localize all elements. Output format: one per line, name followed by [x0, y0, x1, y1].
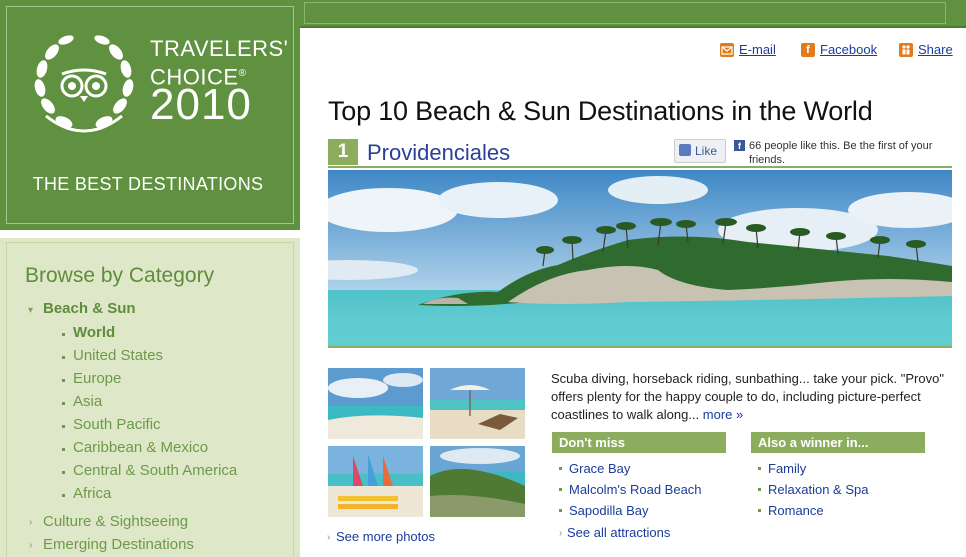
- bullet-icon: [559, 488, 562, 491]
- rank-number: 1: [328, 139, 358, 165]
- also-winner-heading: Also a winner in...: [751, 432, 925, 453]
- badge-line1: TRAVELERS': [150, 36, 289, 61]
- email-link[interactable]: E-mail: [739, 42, 776, 57]
- collapsed-arrow-icon: ›: [29, 517, 33, 528]
- travelers-choice-badge: TRAVELERS' CHOICE® 2010 THE BEST DESTINA…: [0, 0, 300, 230]
- like-count-text: 66 people like this. Be the first of you…: [749, 140, 933, 166]
- see-all-attractions-link[interactable]: See all attractions: [567, 525, 670, 540]
- more-link[interactable]: more »: [703, 407, 743, 422]
- attraction-link[interactable]: Sapodilla Bay: [569, 503, 649, 518]
- subcategory-south-pacific[interactable]: South Pacific: [73, 416, 161, 433]
- category-culture-sightseeing[interactable]: Culture & Sightseeing: [43, 513, 188, 530]
- expanded-arrow-icon: ▾: [28, 305, 34, 316]
- see-more-photos-link[interactable]: See more photos: [336, 529, 435, 544]
- share-link[interactable]: Share: [918, 42, 953, 57]
- page-title: Top 10 Beach & Sun Destinations in the W…: [328, 96, 873, 126]
- attraction-link[interactable]: Malcolm's Road Beach: [569, 482, 702, 497]
- browse-title: Browse by Category: [25, 264, 215, 287]
- subcategory-united-states[interactable]: United States: [73, 347, 163, 364]
- subcategory-europe[interactable]: Europe: [73, 370, 121, 387]
- share-icon[interactable]: [899, 43, 913, 57]
- dont-miss-heading: Don't miss: [552, 432, 726, 453]
- badge-registered: ®: [238, 68, 247, 79]
- bullet-icon: [62, 425, 65, 428]
- facebook-link[interactable]: Facebook: [820, 42, 877, 57]
- collapsed-arrow-icon: ›: [29, 540, 33, 551]
- bullet-icon: [559, 509, 562, 512]
- top-banner-border: [304, 2, 946, 24]
- subcategory-asia[interactable]: Asia: [73, 393, 102, 410]
- bullet-icon: [62, 379, 65, 382]
- bullet-icon: [62, 333, 65, 336]
- facebook-small-icon: f: [734, 140, 745, 151]
- photo-thumbnail[interactable]: [328, 368, 423, 439]
- subcategory-world[interactable]: World: [73, 324, 115, 341]
- category-link[interactable]: Romance: [768, 503, 824, 518]
- like-button-label: Like: [695, 144, 718, 158]
- badge-year: 2010: [150, 80, 252, 129]
- photo-thumbnail[interactable]: [430, 446, 525, 517]
- bullet-icon: [62, 494, 65, 497]
- bullet-icon: [758, 509, 761, 512]
- bullet-icon: [758, 488, 761, 491]
- destination-description: Scuba diving, horseback riding, sunbathi…: [551, 370, 951, 424]
- bullet-icon: [62, 448, 65, 451]
- bullet-icon: [62, 471, 65, 474]
- browse-border: [6, 242, 294, 557]
- subcategory-central-south-america[interactable]: Central & South America: [73, 462, 237, 479]
- attraction-link[interactable]: Grace Bay: [569, 461, 630, 476]
- photo-thumbnail[interactable]: [430, 368, 525, 439]
- arrow-icon: ›: [559, 528, 563, 539]
- category-link[interactable]: Family: [768, 461, 806, 476]
- badge-subtitle: THE BEST DESTINATIONS: [32, 174, 264, 194]
- tripadvisor-owl-icon: [34, 35, 134, 133]
- bullet-icon: [62, 402, 65, 405]
- email-icon[interactable]: [720, 43, 734, 57]
- category-link[interactable]: Relaxation & Spa: [768, 482, 868, 497]
- hero-photo[interactable]: [328, 170, 952, 348]
- subcategory-caribbean-mexico[interactable]: Caribbean & Mexico: [73, 439, 208, 456]
- description-text: Scuba diving, horseback riding, sunbathi…: [551, 371, 944, 422]
- category-emerging-destinations[interactable]: Emerging Destinations: [43, 536, 194, 553]
- like-button[interactable]: Like: [674, 139, 726, 163]
- bullet-icon: [62, 356, 65, 359]
- left-panel: TRAVELERS' CHOICE® 2010 THE BEST DESTINA…: [0, 0, 300, 557]
- category-beach-sun[interactable]: Beach & Sun: [43, 300, 136, 317]
- bullet-icon: [758, 467, 761, 470]
- subcategory-africa[interactable]: Africa: [73, 485, 111, 502]
- destination-name[interactable]: Providenciales: [367, 140, 510, 166]
- facebook-icon[interactable]: f: [801, 43, 815, 57]
- thumbs-up-icon: [679, 144, 691, 156]
- arrow-icon: ›: [327, 532, 331, 543]
- photo-thumbnail[interactable]: [328, 446, 423, 517]
- bullet-icon: [559, 467, 562, 470]
